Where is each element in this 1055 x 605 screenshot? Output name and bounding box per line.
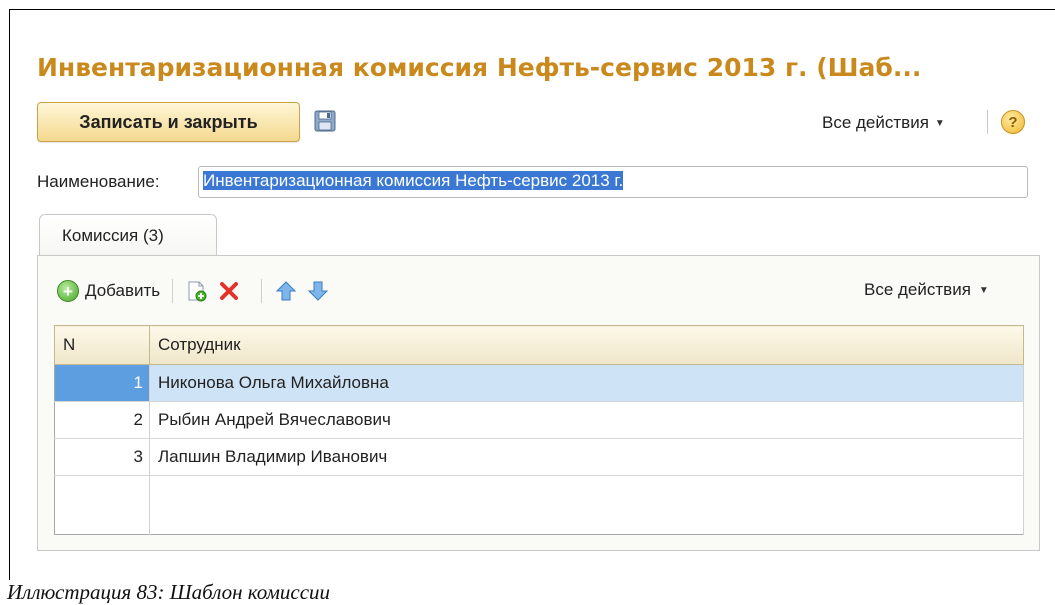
toolbar-divider [172,279,174,303]
table-row[interactable]: 3 Лапшин Владимир Иванович [54,438,1024,476]
dropdown-caret-icon: ▼ [934,117,945,129]
row-employee: Никонова Ольга Михайловна [149,364,1024,402]
table-toolbar: + Добавить [57,277,338,305]
column-header-employee[interactable]: Сотрудник [149,325,1024,365]
name-input[interactable]: Инвентаризационная комиссия Нефть-сервис… [198,166,1028,198]
table-all-actions-menu[interactable]: Все действия ▼ [864,280,989,300]
add-button[interactable]: + Добавить [57,280,160,302]
commission-table: N Сотрудник 1 Никонова Ольга Михайловна … [54,325,1024,535]
all-actions-label: Все действия [822,113,929,132]
figure-caption: Иллюстрация 83: Шаблон комиссии [7,580,331,604]
help-icon[interactable]: ? [1001,110,1025,134]
toolbar-divider [987,110,988,134]
name-input-value: Инвентаризационная комиссия Нефть-сервис… [203,171,624,190]
save-and-close-button[interactable]: Записать и закрыть [37,102,300,142]
row-employee: Рыбин Андрей Вячеславович [149,401,1024,439]
all-actions-menu[interactable]: Все действия ▼ [822,113,945,133]
floppy-disk-icon[interactable] [314,110,336,132]
delete-icon[interactable] [217,279,241,303]
add-icon: + [57,280,79,302]
move-up-icon[interactable] [274,279,298,303]
table-row[interactable]: 1 Никонова Ольга Михайловна [54,364,1024,402]
table-empty-area[interactable] [54,475,1024,535]
row-employee: Лапшин Владимир Иванович [149,438,1024,476]
add-button-label: Добавить [85,281,161,300]
dropdown-caret-icon: ▼ [978,284,989,296]
table-row[interactable]: 2 Рыбин Андрей Вячеславович [54,401,1024,439]
tab-commission[interactable]: Комиссия (3) [39,214,217,256]
move-down-icon[interactable] [306,279,330,303]
toolbar-divider [261,279,263,303]
copy-icon[interactable] [185,279,209,303]
table-all-actions-label: Все действия [864,280,971,299]
row-number: 2 [54,401,150,439]
row-number: 1 [54,364,150,402]
window-title: Инвентаризационная комиссия Нефть-сервис… [37,53,922,82]
row-number: 3 [54,438,150,476]
name-label: Наименование: [37,172,160,191]
column-header-n[interactable]: N [54,325,150,365]
